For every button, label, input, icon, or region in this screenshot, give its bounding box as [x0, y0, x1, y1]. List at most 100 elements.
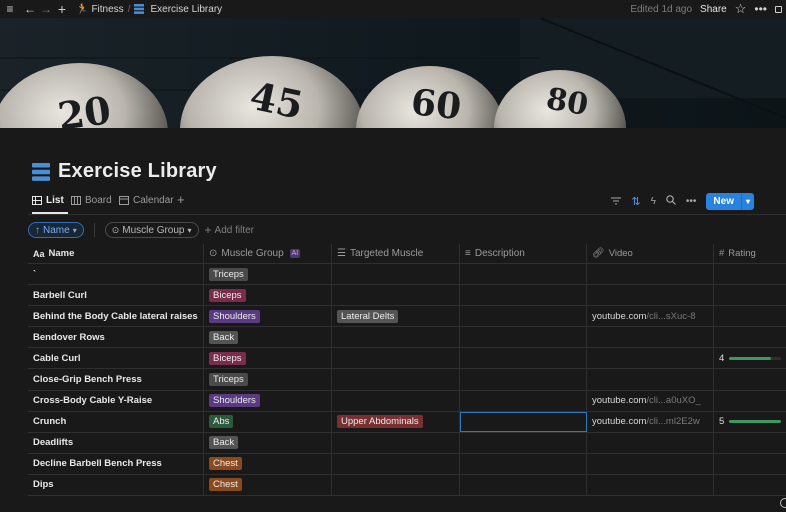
targeted-muscle-cell[interactable]: Lateral Delts: [332, 306, 460, 327]
description-cell[interactable]: [460, 264, 587, 285]
table-row[interactable]: Crunch Abs Upper Abdominals youtube.com/cli…: [28, 411, 786, 433]
rating-cell[interactable]: [714, 327, 786, 347]
video-link-path[interactable]: /cli...ml2E2w: [646, 416, 699, 427]
new-button[interactable]: New ▾: [706, 193, 754, 210]
sort-name-pill[interactable]: ↑ Name ▾: [28, 222, 84, 238]
exercise-name-cell[interactable]: Decline Barbell Bench Press: [28, 453, 204, 474]
exercise-name-cell[interactable]: Crunch: [28, 411, 204, 432]
tab-calendar[interactable]: Calendar: [119, 195, 174, 206]
add-filter-button[interactable]: + Add filter: [205, 223, 254, 237]
more-options-icon[interactable]: •••: [686, 196, 697, 207]
video-cell[interactable]: [587, 327, 714, 348]
video-cell[interactable]: youtube.com/cli...sXuc-8: [587, 306, 714, 327]
cover-image[interactable]: 20 45 60 80: [0, 18, 786, 128]
targeted-muscle-cell[interactable]: [332, 348, 460, 369]
share-button[interactable]: Share: [700, 4, 727, 15]
exercise-name-cell[interactable]: Deadlifts: [28, 432, 204, 453]
description-cell[interactable]: [460, 285, 587, 306]
rating-cell[interactable]: [714, 454, 786, 474]
breadcrumb-workspace[interactable]: 🏃 Fitness: [76, 4, 124, 15]
video-cell[interactable]: [587, 474, 714, 496]
rating-cell[interactable]: [714, 285, 786, 305]
video-link-path[interactable]: /cli...sXuc-8: [646, 311, 695, 322]
table-row[interactable]: Deadlifts Back: [28, 432, 786, 454]
column-header-video[interactable]: 🔗︎ Video: [587, 244, 714, 263]
video-link-domain[interactable]: youtube.com: [592, 416, 646, 427]
window-control-icon[interactable]: [775, 5, 782, 13]
description-cell[interactable]: [460, 369, 587, 390]
table-row[interactable]: ` Triceps: [28, 264, 786, 286]
exercise-name-cell[interactable]: Bendover Rows: [28, 327, 204, 348]
targeted-muscle-cell[interactable]: [332, 432, 460, 453]
description-cell[interactable]: [460, 411, 587, 432]
page-title[interactable]: Exercise Library: [58, 160, 217, 183]
description-cell[interactable]: [460, 327, 587, 348]
rating-cell[interactable]: [714, 264, 786, 284]
menu-icon[interactable]: ≡: [2, 1, 18, 17]
muscle-group-cell[interactable]: Biceps: [204, 285, 332, 306]
targeted-muscle-cell[interactable]: [332, 390, 460, 411]
muscle-group-cell[interactable]: Biceps: [204, 348, 332, 369]
exercise-name-cell[interactable]: Close-Grip Bench Press: [28, 369, 204, 390]
chevron-down-icon[interactable]: ▾: [740, 193, 754, 210]
muscle-group-cell[interactable]: Back: [204, 432, 332, 453]
exercise-name-cell[interactable]: Behind the Body Cable lateral raises: [28, 306, 204, 327]
video-cell[interactable]: youtube.com/cli...ml2E2w: [587, 411, 714, 432]
muscle-group-cell[interactable]: Chest: [204, 453, 332, 474]
description-cell[interactable]: [460, 306, 587, 327]
forward-arrow-icon[interactable]: →: [38, 1, 54, 17]
rating-cell[interactable]: 4: [714, 348, 786, 368]
video-cell[interactable]: [587, 453, 714, 474]
video-cell[interactable]: [587, 369, 714, 390]
sort-icon[interactable]: ⇅: [631, 195, 640, 208]
video-cell[interactable]: [587, 432, 714, 453]
description-cell[interactable]: [460, 390, 587, 411]
exercise-name-cell[interactable]: Dips: [28, 474, 204, 496]
add-page-icon[interactable]: +: [54, 1, 70, 17]
description-cell[interactable]: [460, 432, 587, 453]
targeted-muscle-cell[interactable]: [332, 264, 460, 285]
rating-cell[interactable]: [714, 433, 786, 453]
targeted-muscle-cell[interactable]: Upper Abdominals: [332, 411, 460, 432]
tab-list[interactable]: List: [32, 195, 64, 206]
star-icon[interactable]: ☆: [735, 1, 747, 17]
description-cell[interactable]: [460, 348, 587, 369]
exercise-name-cell[interactable]: Barbell Curl: [28, 285, 204, 306]
muscle-group-cell[interactable]: Shoulders: [204, 306, 332, 327]
exercise-name-cell[interactable]: Cross-Body Cable Y-Raise: [28, 390, 204, 411]
table-row[interactable]: Behind the Body Cable lateral raises Shou…: [28, 306, 786, 328]
column-header-muscle-group[interactable]: ⊙ Muscle Group AI: [204, 244, 332, 263]
table-row[interactable]: Bendover Rows Back: [28, 327, 786, 349]
exercise-name-cell[interactable]: `: [28, 264, 204, 285]
targeted-muscle-cell[interactable]: [332, 369, 460, 390]
more-options-icon[interactable]: •••: [754, 2, 767, 16]
targeted-muscle-cell[interactable]: [332, 285, 460, 306]
group-by-pill[interactable]: ⊙ Muscle Group ▾: [104, 222, 199, 238]
muscle-group-cell[interactable]: Chest: [204, 474, 332, 496]
breadcrumb-page[interactable]: Exercise Library: [134, 4, 222, 15]
table-row[interactable]: Cable Curl Biceps 4: [28, 348, 786, 370]
column-header-rating[interactable]: # Rating: [714, 244, 786, 263]
column-header-description[interactable]: ≡ Description: [460, 244, 587, 263]
automation-icon[interactable]: ϟ: [651, 196, 656, 207]
rating-cell[interactable]: [714, 369, 786, 389]
help-button[interactable]: [780, 498, 786, 508]
back-arrow-icon[interactable]: ←: [22, 1, 38, 17]
targeted-muscle-cell[interactable]: [332, 327, 460, 348]
video-cell[interactable]: [587, 348, 714, 369]
table-row[interactable]: Close-Grip Bench Press Triceps: [28, 369, 786, 391]
video-cell[interactable]: [587, 264, 714, 285]
column-header-targeted-muscle[interactable]: ☰ Targeted Muscle: [332, 244, 460, 263]
video-cell[interactable]: [587, 285, 714, 306]
description-cell[interactable]: [460, 453, 587, 474]
table-row[interactable]: Decline Barbell Bench Press Chest: [28, 453, 786, 475]
table-row[interactable]: Dips Chest: [28, 474, 786, 497]
table-row[interactable]: Barbell Curl Biceps: [28, 285, 786, 307]
column-header-name[interactable]: Aa Name: [28, 244, 204, 263]
targeted-muscle-cell[interactable]: [332, 474, 460, 496]
table-row[interactable]: Cross-Body Cable Y-Raise Shoulders youtube…: [28, 390, 786, 412]
video-link-path[interactable]: /cli...a0uXO_: [646, 395, 700, 406]
muscle-group-cell[interactable]: Back: [204, 327, 332, 348]
rating-cell[interactable]: [714, 306, 786, 326]
muscle-group-cell[interactable]: Triceps: [204, 264, 332, 285]
